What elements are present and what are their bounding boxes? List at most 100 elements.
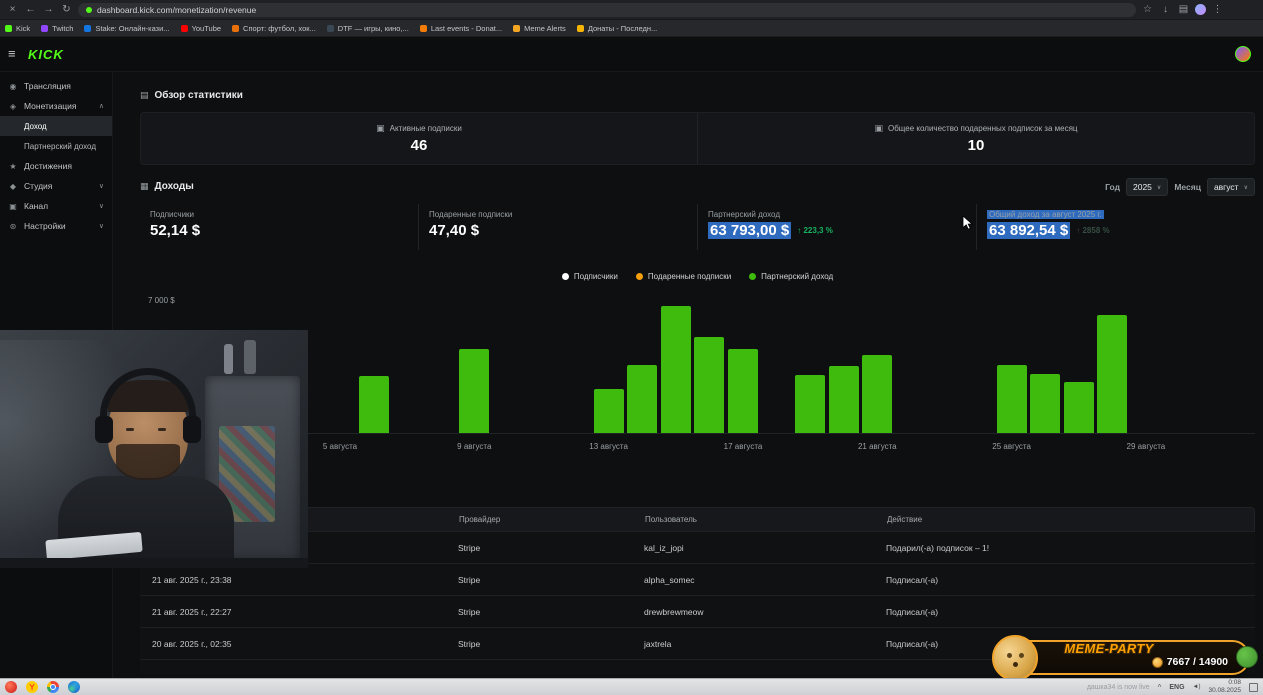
cell-provider: Stripe bbox=[446, 575, 632, 585]
overview-section-header: ▤ Обзор статистики bbox=[140, 90, 243, 101]
notification-center-icon[interactable] bbox=[1249, 683, 1258, 692]
sidebar-item-achievements[interactable]: ★Достижения bbox=[0, 156, 112, 176]
user-avatar[interactable] bbox=[1235, 46, 1251, 62]
cell-date: 21 авг. 2025 г., 23:38 bbox=[140, 575, 446, 585]
chevron-down-icon: ∨ bbox=[1244, 184, 1248, 191]
webcam-overlay bbox=[0, 330, 308, 568]
month-select[interactable]: август ∨ bbox=[1207, 178, 1255, 196]
bookmark-item[interactable]: Донаты - Последн... bbox=[577, 24, 657, 33]
kick-logo[interactable]: KICK bbox=[28, 47, 64, 62]
chart-bar-aug-27[interactable] bbox=[1064, 382, 1094, 433]
webcam-figurine bbox=[244, 340, 256, 374]
income-title: Доходы bbox=[155, 181, 194, 192]
forward-icon[interactable]: → bbox=[42, 0, 55, 20]
bookmark-item[interactable]: Last events - Donat... bbox=[420, 24, 502, 33]
tray-expand-icon[interactable]: ^ bbox=[1158, 683, 1162, 692]
stat-label: Партнерский доход bbox=[708, 210, 966, 219]
value-text: 47,40 $ bbox=[429, 222, 479, 239]
sidebar-item-settings[interactable]: ⊛Настройки∨ bbox=[0, 216, 112, 236]
stat-total-income: Общий доход за август 2025 г. 63 892,54 … bbox=[976, 204, 1255, 250]
bookmark-label: Last events - Donat... bbox=[431, 24, 502, 33]
download-icon[interactable]: ↓ bbox=[1159, 0, 1172, 20]
sidebar-item-monetization[interactable]: ◈Монетизация∧ bbox=[0, 96, 112, 116]
active-subs-stat: ▣ Активные подписки 46 bbox=[141, 113, 697, 164]
cell-user: jaxtrela bbox=[632, 639, 874, 649]
headphones-earcup bbox=[183, 416, 201, 443]
bookmark-item[interactable]: Meme Alerts bbox=[513, 24, 566, 33]
chart-bar-aug-19[interactable] bbox=[795, 375, 825, 433]
mouse-cursor bbox=[962, 215, 974, 232]
close-tab-icon[interactable]: × bbox=[6, 0, 19, 20]
cell-provider: Stripe bbox=[446, 543, 632, 553]
bookmark-item[interactable]: Stake: Онлайн-кази... bbox=[84, 24, 169, 33]
sidebar-item-studio[interactable]: ◆Студия∨ bbox=[0, 176, 112, 196]
x-axis-label: 9 августа bbox=[457, 442, 491, 451]
chevron-up-icon: ∧ bbox=[99, 102, 104, 110]
table-row[interactable]: 21 авг. 2025 г., 22:27Stripedrewbrewmeow… bbox=[140, 595, 1255, 627]
url-bar[interactable]: dashboard.kick.com/monetization/revenue bbox=[78, 3, 1136, 17]
gift-icon: ▣ bbox=[874, 123, 883, 134]
bookmark-item[interactable]: YouTube bbox=[181, 24, 221, 33]
cell-user: drewbrewmeow bbox=[632, 607, 874, 617]
bookmark-item[interactable]: Kick bbox=[5, 24, 30, 33]
sidebar-subitem-income[interactable]: Доход bbox=[0, 116, 112, 136]
side-panel-icon[interactable]: ▤ bbox=[1177, 0, 1190, 20]
bookmark-item[interactable]: Спорт: футбол, хок... bbox=[232, 24, 316, 33]
month-value: август bbox=[1214, 182, 1239, 192]
browser-toolbar: × ← → ↻ dashboard.kick.com/monetization/… bbox=[0, 0, 1263, 20]
column-header-user[interactable]: Пользователь bbox=[633, 515, 875, 524]
stat-label: Подписчики bbox=[150, 210, 408, 219]
chart-bar-aug-16[interactable] bbox=[694, 337, 724, 433]
bookmark-favicon bbox=[5, 25, 12, 32]
chart-bar-aug-6[interactable] bbox=[359, 376, 389, 433]
menu-toggle-icon[interactable]: ≡ bbox=[8, 46, 16, 61]
language-indicator[interactable]: ENG bbox=[1169, 684, 1184, 691]
firefox-icon[interactable] bbox=[5, 681, 17, 693]
chart-bar-aug-15[interactable] bbox=[661, 306, 691, 433]
meme-party-widget: MEME-PARTY 7667 / 14900 bbox=[990, 634, 1260, 684]
sidebar-item-broadcast[interactable]: ◉Трансляция bbox=[0, 76, 112, 96]
chart-bar-aug-13[interactable] bbox=[594, 389, 624, 433]
chart-bar-aug-21[interactable] bbox=[862, 355, 892, 433]
chart-bar-aug-9[interactable] bbox=[459, 349, 489, 433]
stat-label: Подаренные подписки bbox=[429, 210, 687, 219]
yandex-browser-icon[interactable]: Y bbox=[26, 681, 38, 693]
streamer-eye bbox=[158, 428, 166, 431]
bookmark-item[interactable]: Twitch bbox=[41, 24, 73, 33]
value-text-selected: 63 892,54 $ bbox=[987, 222, 1070, 239]
chart-bar-aug-14[interactable] bbox=[627, 365, 657, 433]
sidebar-subitem-affiliate-income[interactable]: Партнерский доход bbox=[0, 136, 112, 156]
chart-bar-aug-25[interactable] bbox=[997, 365, 1027, 433]
cell-date: 20 авг. 2025 г., 02:35 bbox=[140, 639, 446, 649]
streamer-beard bbox=[116, 444, 180, 480]
browser-menu-icon[interactable]: ⋮ bbox=[1211, 0, 1224, 20]
stat-label-row: ▣ Общее количество подаренных подписок з… bbox=[874, 123, 1077, 134]
back-icon[interactable]: ← bbox=[24, 0, 37, 20]
clock[interactable]: 0:08 30.08.2025 bbox=[1208, 679, 1241, 695]
chart-bar-aug-28[interactable] bbox=[1097, 315, 1127, 433]
column-header-action[interactable]: Действие bbox=[875, 515, 1254, 524]
dashboard-topbar: ≡ KICK bbox=[0, 37, 1263, 72]
stat-gifted-subs: Подаренные подписки 47,40 $ bbox=[418, 204, 697, 250]
chevron-down-icon: ∨ bbox=[1157, 184, 1161, 191]
chart-bar-aug-26[interactable] bbox=[1030, 374, 1060, 433]
stat-value: 63 892,54 $ ↑ 2858 % bbox=[987, 222, 1245, 239]
x-axis-label: 17 августа bbox=[724, 442, 763, 451]
year-select[interactable]: 2025 ∨ bbox=[1126, 178, 1168, 196]
live-notification-text: дашка34 is now live bbox=[1087, 684, 1150, 691]
chevron-down-icon: ∨ bbox=[99, 182, 104, 190]
chrome-icon[interactable] bbox=[47, 681, 59, 693]
doge-icon bbox=[992, 635, 1038, 681]
sidebar-item-channel[interactable]: ▣Канал∨ bbox=[0, 196, 112, 216]
bookmark-item[interactable]: DTF — игры, кино,... bbox=[327, 24, 409, 33]
cell-provider: Stripe bbox=[446, 639, 632, 649]
edge-icon[interactable] bbox=[68, 681, 80, 693]
chart-bar-aug-17[interactable] bbox=[728, 349, 758, 433]
browser-profile-avatar[interactable] bbox=[1195, 4, 1206, 15]
bookmark-star-icon[interactable]: ☆ bbox=[1141, 0, 1154, 20]
reload-icon[interactable]: ↻ bbox=[60, 0, 73, 20]
column-header-provider[interactable]: Провайдер bbox=[447, 515, 633, 524]
volume-icon[interactable]: ◄) bbox=[1193, 684, 1201, 690]
chart-bar-aug-20[interactable] bbox=[829, 366, 859, 433]
stat-value: 47,40 $ bbox=[429, 222, 687, 239]
